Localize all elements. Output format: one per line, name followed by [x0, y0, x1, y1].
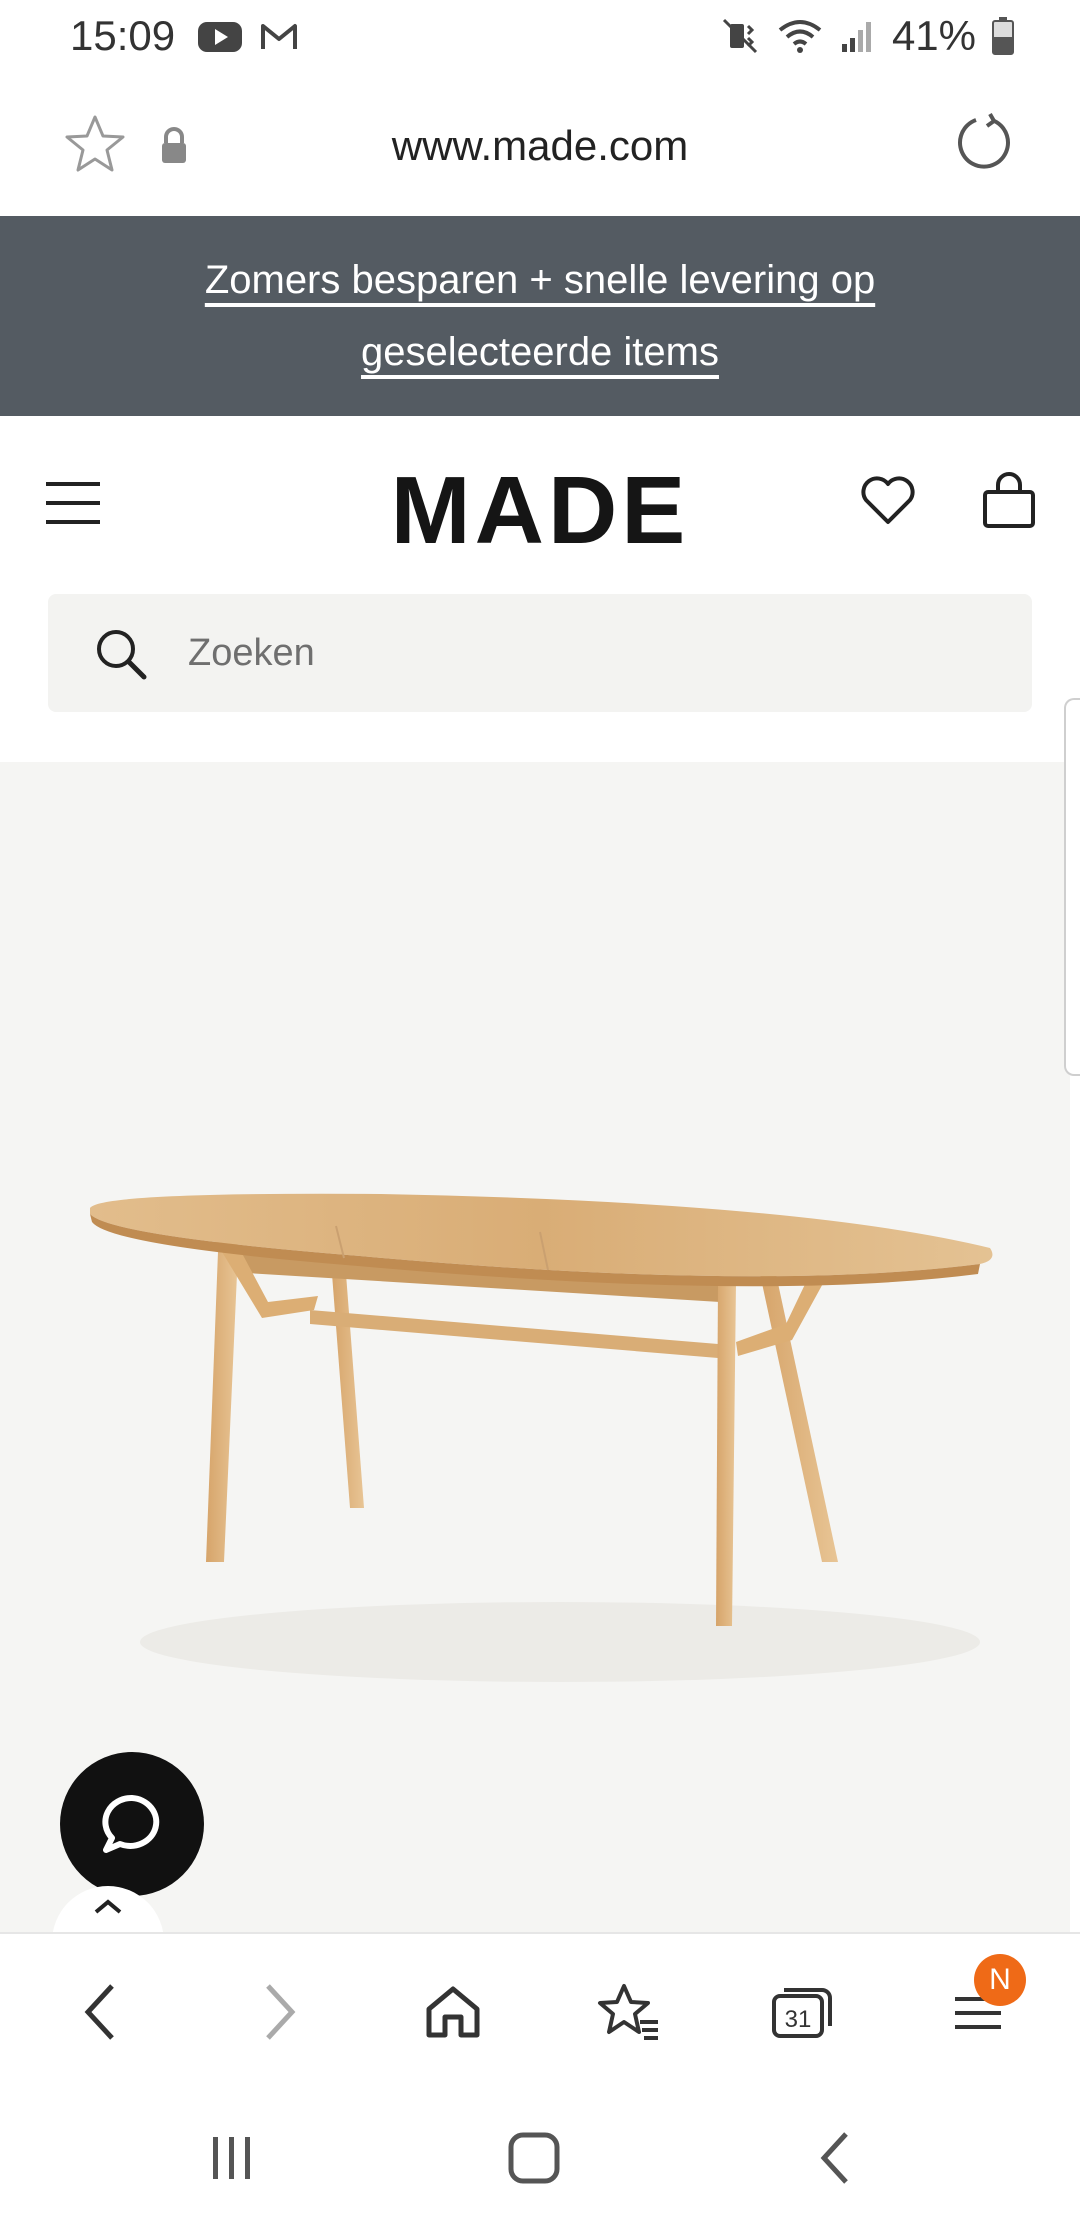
product-image[interactable]	[0, 762, 1070, 1932]
tabs-count: 31	[785, 2006, 812, 2033]
reload-icon[interactable]	[954, 112, 1014, 172]
status-bar: 15:09 41%	[0, 0, 1080, 74]
bookmarks-icon	[598, 1984, 658, 2040]
bag-icon[interactable]	[982, 472, 1036, 530]
notification-badge: N	[974, 1954, 1026, 2006]
home-icon	[426, 1986, 480, 2038]
heart-icon[interactable]	[858, 472, 918, 528]
search-bar[interactable]	[48, 594, 1032, 712]
chat-button[interactable]	[60, 1752, 204, 1896]
mute-icon	[722, 18, 757, 54]
wifi-icon	[778, 20, 822, 53]
search-icon	[97, 630, 147, 680]
tabs-icon: 31	[772, 1988, 832, 2038]
scroll-handle[interactable]	[1064, 698, 1080, 1076]
back-nav-icon	[820, 2132, 848, 2184]
status-time: 15:09	[70, 12, 176, 59]
home-nav-icon	[508, 2132, 560, 2184]
site-logo[interactable]: MADE	[0, 456, 1080, 566]
bookmarks-button[interactable]	[588, 1972, 668, 2052]
battery-percent: 41%	[891, 12, 976, 59]
forward-icon	[266, 1984, 296, 2040]
recent-apps-button[interactable]	[192, 2118, 272, 2198]
home-nav-button[interactable]	[494, 2118, 574, 2198]
browser-bottom-nav: 31 N	[0, 1932, 1080, 2082]
back-button[interactable]	[60, 1972, 140, 2052]
signal-icon	[841, 22, 871, 52]
search-input[interactable]	[188, 631, 948, 675]
battery-icon	[992, 17, 1014, 55]
forward-button[interactable]	[240, 1972, 320, 2052]
tabs-button[interactable]: 31	[762, 1972, 842, 2052]
gmail-icon	[261, 24, 297, 49]
status-notification-icons	[198, 20, 298, 54]
promo-banner[interactable]: Zomers besparen + snelle levering op ges…	[0, 216, 1080, 416]
home-button[interactable]	[413, 1972, 493, 2052]
youtube-icon	[198, 22, 242, 52]
site-header: MADE	[0, 416, 1080, 592]
recent-apps-icon	[213, 2137, 250, 2179]
promo-link[interactable]: Zomers besparen + snelle levering op ges…	[160, 244, 920, 388]
android-nav-bar	[0, 2082, 1080, 2220]
status-right-icons: 41%	[720, 12, 1014, 60]
back-icon	[84, 1984, 114, 2040]
back-nav-button[interactable]	[796, 2118, 876, 2198]
browser-address-bar: www.made.com	[0, 74, 1080, 216]
url-field[interactable]: www.made.com	[0, 122, 1080, 170]
chat-icon	[102, 1794, 160, 1853]
dining-table-image	[90, 1193, 993, 1682]
